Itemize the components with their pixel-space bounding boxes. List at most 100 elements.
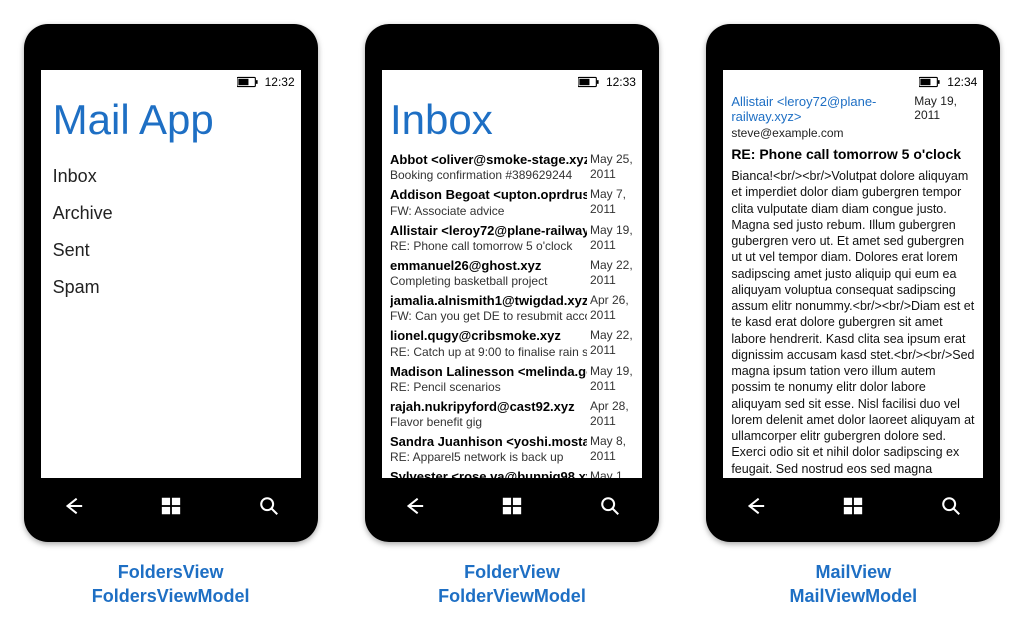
message-main: jamalia.alnismith1@twigdad.xyzFW: Can yo…: [390, 293, 587, 324]
phone-column-2: 12:33 Inbox Abbot <oliver@smoke-stage.xy…: [365, 24, 659, 609]
app-title: Mail App: [41, 92, 301, 158]
phone-column-1: 12:32 Mail App Inbox Archive Sent Spam: [24, 24, 318, 609]
message-date: May 22, 2011: [587, 328, 638, 358]
message-from: Addison Begoat <upton.oprdrusson@p: [390, 187, 587, 203]
folder-title: Inbox: [382, 92, 642, 150]
caption-2-line2: FolderViewModel: [365, 584, 659, 608]
screen-inbox: 12:33 Inbox Abbot <oliver@smoke-stage.xy…: [382, 70, 642, 478]
message-subject: RE: Phone call tomorrow 5 o'clock: [390, 239, 587, 254]
clock: 12:33: [606, 75, 636, 89]
status-bar: 12:34: [723, 70, 983, 92]
message-subject: FW: Can you get DE to resubmit accounts: [390, 309, 587, 324]
message-row[interactable]: Sandra Juanhison <yoshi.mostaline72@RE: …: [390, 432, 642, 467]
message-row[interactable]: Sylvester <rose.va@bunpig98.xyz>Feedback…: [390, 467, 642, 478]
phone-frame-2: 12:33 Inbox Abbot <oliver@smoke-stage.xy…: [365, 24, 659, 542]
battery-icon: [919, 76, 941, 88]
battery-icon: [578, 76, 600, 88]
phone-frame-1: 12:32 Mail App Inbox Archive Sent Spam: [24, 24, 318, 542]
message-main: rajah.nukripyford@cast92.xyzFlavor benef…: [390, 399, 587, 430]
folder-item-inbox[interactable]: Inbox: [41, 158, 301, 195]
message-main: Sandra Juanhison <yoshi.mostaline72@RE: …: [390, 434, 587, 465]
message-subject: FW: Associate advice: [390, 204, 587, 219]
phone-navbar: [365, 488, 659, 524]
phone-frame-3: 12:34 Allistair <leroy72@plane-railway.x…: [706, 24, 1000, 542]
message-date: May 8, 2011: [587, 434, 638, 464]
message-date: May 22, 2011: [587, 258, 638, 288]
windows-button[interactable]: [482, 492, 542, 520]
caption-1: FoldersView FoldersViewModel: [24, 560, 318, 609]
mail-content: Allistair <leroy72@plane-railway.xyz> Ma…: [723, 92, 983, 478]
message-list[interactable]: Abbot <oliver@smoke-stage.xyz>Booking co…: [382, 150, 642, 478]
message-main: emmanuel26@ghost.xyzCompleting basketbal…: [390, 258, 587, 289]
search-button[interactable]: [239, 492, 299, 520]
message-subject: RE: Catch up at 9:00 to finalise rain sp…: [390, 345, 587, 360]
message-subject: RE: Pencil scenarios: [390, 380, 587, 395]
message-main: Allistair <leroy72@plane-railway.xyz>RE:…: [390, 223, 587, 254]
status-bar: 12:32: [41, 70, 301, 92]
screen-folders: 12:32 Mail App Inbox Archive Sent Spam: [41, 70, 301, 478]
message-main: Sylvester <rose.va@bunpig98.xyz>Feedback…: [390, 469, 587, 478]
back-button[interactable]: [384, 492, 444, 520]
message-row[interactable]: Madison Lalinesson <melinda.gofagy@RE: P…: [390, 362, 642, 397]
message-subject: Booking confirmation #389629244: [390, 168, 587, 183]
windows-button[interactable]: [823, 492, 883, 520]
message-main: Addison Begoat <upton.oprdrusson@pFW: As…: [390, 187, 587, 218]
message-row[interactable]: rajah.nukripyford@cast92.xyzFlavor benef…: [390, 397, 642, 432]
status-bar: 12:33: [382, 70, 642, 92]
caption-2: FolderView FolderViewModel: [365, 560, 659, 609]
message-row[interactable]: emmanuel26@ghost.xyzCompleting basketbal…: [390, 256, 642, 291]
message-row[interactable]: Abbot <oliver@smoke-stage.xyz>Booking co…: [390, 150, 642, 185]
folder-item-sent[interactable]: Sent: [41, 232, 301, 269]
clock: 12:32: [265, 75, 295, 89]
folder-item-spam[interactable]: Spam: [41, 269, 301, 306]
search-button[interactable]: [921, 492, 981, 520]
message-row[interactable]: jamalia.alnismith1@twigdad.xyzFW: Can yo…: [390, 291, 642, 326]
message-row[interactable]: Allistair <leroy72@plane-railway.xyz>RE:…: [390, 221, 642, 256]
mail-to: steve@example.com: [731, 124, 975, 140]
caption-3-line1: MailView: [706, 560, 1000, 584]
message-date: Apr 26, 2011: [587, 293, 638, 323]
message-main: Madison Lalinesson <melinda.gofagy@RE: P…: [390, 364, 587, 395]
message-from: Allistair <leroy72@plane-railway.xyz>: [390, 223, 587, 239]
mail-date: May 19, 2011: [914, 94, 975, 124]
phone-navbar: [24, 488, 318, 524]
windows-button[interactable]: [141, 492, 201, 520]
clock: 12:34: [947, 75, 977, 89]
phone-column-3: 12:34 Allistair <leroy72@plane-railway.x…: [706, 24, 1000, 609]
message-from: Sylvester <rose.va@bunpig98.xyz>: [390, 469, 587, 478]
screen-mail: 12:34 Allistair <leroy72@plane-railway.x…: [723, 70, 983, 478]
mail-subject: RE: Phone call tomorrow 5 o'clock: [731, 140, 975, 168]
phone-navbar: [706, 488, 1000, 524]
message-date: May 19, 2011: [587, 364, 638, 394]
caption-2-line1: FolderView: [365, 560, 659, 584]
message-from: lionel.qugy@cribsmoke.xyz: [390, 328, 587, 344]
mail-body: Bianca!<br/><br/>Volutpat dolore aliquya…: [731, 168, 975, 478]
message-from: jamalia.alnismith1@twigdad.xyz: [390, 293, 587, 309]
message-date: May 25, 2011: [587, 152, 638, 182]
message-subject: Flavor benefit gig: [390, 415, 587, 430]
message-row[interactable]: Addison Begoat <upton.oprdrusson@pFW: As…: [390, 185, 642, 220]
battery-icon: [237, 76, 259, 88]
mail-from: Allistair <leroy72@plane-railway.xyz>: [731, 94, 914, 124]
back-button[interactable]: [43, 492, 103, 520]
message-from: Abbot <oliver@smoke-stage.xyz>: [390, 152, 587, 168]
message-row[interactable]: lionel.qugy@cribsmoke.xyzRE: Catch up at…: [390, 326, 642, 361]
message-date: May 19, 2011: [587, 223, 638, 253]
caption-3: MailView MailViewModel: [706, 560, 1000, 609]
folder-item-archive[interactable]: Archive: [41, 195, 301, 232]
message-date: May 7, 2011: [587, 187, 638, 217]
phones-stage: 12:32 Mail App Inbox Archive Sent Spam: [0, 0, 1024, 609]
message-subject: RE: Apparel5 network is back up: [390, 450, 587, 465]
message-main: lionel.qugy@cribsmoke.xyzRE: Catch up at…: [390, 328, 587, 359]
caption-3-line2: MailViewModel: [706, 584, 1000, 608]
message-from: rajah.nukripyford@cast92.xyz: [390, 399, 587, 415]
mail-header-row: Allistair <leroy72@plane-railway.xyz> Ma…: [731, 92, 975, 124]
message-subject: Completing basketball project: [390, 274, 587, 289]
back-button[interactable]: [725, 492, 785, 520]
message-from: Sandra Juanhison <yoshi.mostaline72@: [390, 434, 587, 450]
message-date: Apr 28, 2011: [587, 399, 638, 429]
message-date: May 1, 2011: [587, 469, 638, 478]
caption-1-line2: FoldersViewModel: [24, 584, 318, 608]
message-from: emmanuel26@ghost.xyz: [390, 258, 587, 274]
search-button[interactable]: [580, 492, 640, 520]
